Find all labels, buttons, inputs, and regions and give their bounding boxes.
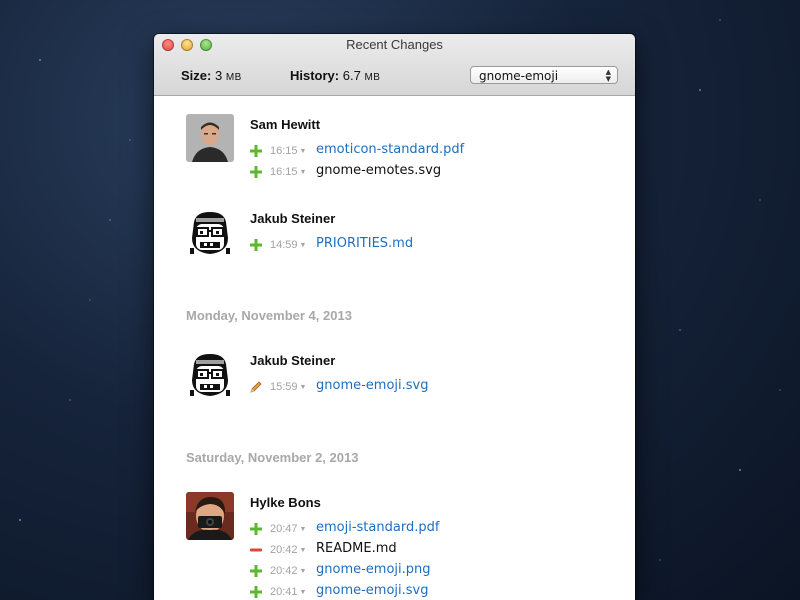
size-value: 3 xyxy=(214,68,223,83)
time-dropdown-icon: ▼ xyxy=(299,547,307,554)
avatar-jakub-steiner xyxy=(186,208,234,256)
history-unit: MB xyxy=(364,72,381,83)
file-name: gnome-emotes.svg xyxy=(316,163,442,178)
file-name: README.md xyxy=(316,541,397,556)
avatar-sam-hewitt xyxy=(186,114,234,162)
plus-icon xyxy=(250,166,262,178)
minus-icon xyxy=(250,548,262,552)
history-label: History: xyxy=(290,68,340,83)
file-time[interactable]: 20:42 ▼ xyxy=(270,544,306,556)
changes-list: Sam Hewitt 16:15 ▼ emoticon-standard.pdf … xyxy=(154,96,635,600)
plus-icon xyxy=(250,523,262,535)
author-name: Jakub Steiner xyxy=(250,211,336,226)
time-dropdown-icon: ▼ xyxy=(299,384,307,391)
file-link[interactable]: gnome-emoji.png xyxy=(316,562,431,577)
date-heading: Saturday, November 2, 2013 xyxy=(186,450,359,465)
file-link[interactable]: gnome-emoji.svg xyxy=(316,378,429,393)
size-info: Size: 3 MB xyxy=(181,68,242,83)
plus-icon xyxy=(250,239,262,251)
info-bar: Size: 3 MB History: 6.7 MB gnome-emoji ▲… xyxy=(154,62,635,94)
avatar-jakub-steiner xyxy=(186,350,234,398)
file-time[interactable]: 14:59 ▼ xyxy=(270,239,306,251)
history-value: 6.7 xyxy=(342,68,361,83)
repository-select[interactable]: gnome-emoji ▲ ▼ xyxy=(470,66,618,84)
time-dropdown-icon: ▼ xyxy=(299,148,307,155)
file-time[interactable]: 20:47 ▼ xyxy=(270,523,306,535)
author-name: Hylke Bons xyxy=(250,495,321,510)
date-heading: Monday, November 4, 2013 xyxy=(186,308,352,323)
author-name: Sam Hewitt xyxy=(250,117,321,132)
size-label: Size: xyxy=(181,68,212,83)
select-arrows-icon: ▲ ▼ xyxy=(605,68,611,83)
file-time[interactable]: 20:41 ▼ xyxy=(270,586,306,598)
time-dropdown-icon: ▼ xyxy=(299,526,307,533)
titlebar: Recent Changes Size: 3 MB History: 6.7 M… xyxy=(154,34,635,96)
avatar-hylke-bons xyxy=(186,492,234,540)
plus-icon xyxy=(250,145,262,157)
repository-select-value: gnome-emoji xyxy=(479,69,559,83)
time-dropdown-icon: ▼ xyxy=(299,169,307,176)
file-time[interactable]: 15:59 ▼ xyxy=(270,381,306,393)
history-info: History: 6.7 MB xyxy=(290,68,380,83)
author-name: Jakub Steiner xyxy=(250,353,336,368)
plus-icon xyxy=(250,565,262,577)
plus-icon xyxy=(250,586,262,598)
file-time[interactable]: 16:15 ▼ xyxy=(270,145,306,157)
size-unit: MB xyxy=(225,72,242,83)
file-time[interactable]: 16:15 ▼ xyxy=(270,166,306,178)
file-link[interactable]: PRIORITIES.md xyxy=(316,236,413,251)
file-link[interactable]: emoji-standard.pdf xyxy=(316,520,439,535)
time-dropdown-icon: ▼ xyxy=(299,568,307,575)
file-link[interactable]: emoticon-standard.pdf xyxy=(316,142,464,157)
recent-changes-window: Recent Changes Size: 3 MB History: 6.7 M… xyxy=(154,34,635,600)
pencil-icon xyxy=(250,381,262,393)
file-link[interactable]: gnome-emoji.svg xyxy=(316,583,429,598)
time-dropdown-icon: ▼ xyxy=(299,589,307,596)
time-dropdown-icon: ▼ xyxy=(299,242,307,249)
file-time[interactable]: 20:42 ▼ xyxy=(270,565,306,577)
window-title: Recent Changes xyxy=(346,37,443,52)
